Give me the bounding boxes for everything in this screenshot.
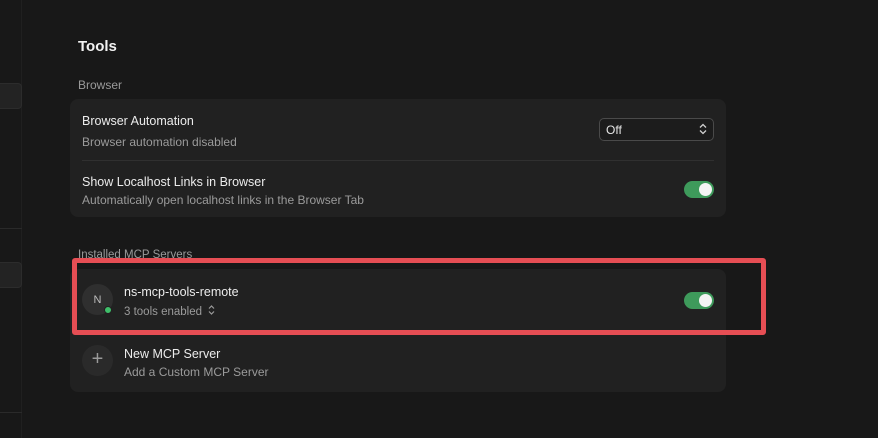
mcp-servers-card: N ns-mcp-tools-remote 3 tools enabled + … (70, 269, 726, 392)
server-tools-dropdown[interactable]: 3 tools enabled (124, 305, 215, 318)
browser-settings-card: Browser Automation Browser automation di… (70, 99, 726, 217)
new-server-subtitle: Add a Custom MCP Server (124, 365, 269, 379)
chevron-up-down-icon (699, 123, 707, 137)
plus-icon[interactable]: + (82, 345, 113, 376)
server-name: ns-mcp-tools-remote (124, 285, 239, 299)
toggle-knob (699, 183, 712, 196)
status-online-dot (104, 306, 112, 314)
section-label-browser: Browser (78, 78, 123, 92)
select-value: Off (606, 122, 622, 137)
row-divider (82, 160, 714, 161)
server-enabled-toggle[interactable] (684, 292, 714, 309)
sidebar-divider (0, 228, 22, 229)
toggle-knob (699, 294, 712, 307)
chevron-up-down-icon (208, 305, 215, 317)
section-label-mcp: Installed MCP Servers (78, 249, 193, 261)
sidebar-input[interactable] (0, 83, 22, 109)
new-server-title[interactable]: New MCP Server (124, 347, 220, 361)
sidebar-divider (0, 412, 22, 413)
server-tools-count: 3 tools enabled (124, 306, 203, 318)
localhost-links-title: Show Localhost Links in Browser (82, 175, 266, 189)
page-title: Tools (78, 38, 117, 55)
sidebar-panel (0, 0, 22, 438)
browser-automation-select[interactable]: Off (599, 118, 714, 141)
localhost-links-row: Show Localhost Links in Browser Automati… (82, 175, 714, 207)
localhost-links-toggle[interactable] (684, 181, 714, 198)
tools-settings-page: Tools Browser Browser Automation Browser… (0, 0, 878, 438)
sidebar-input[interactable] (0, 262, 22, 288)
localhost-links-subtitle: Automatically open localhost links in th… (82, 193, 364, 207)
